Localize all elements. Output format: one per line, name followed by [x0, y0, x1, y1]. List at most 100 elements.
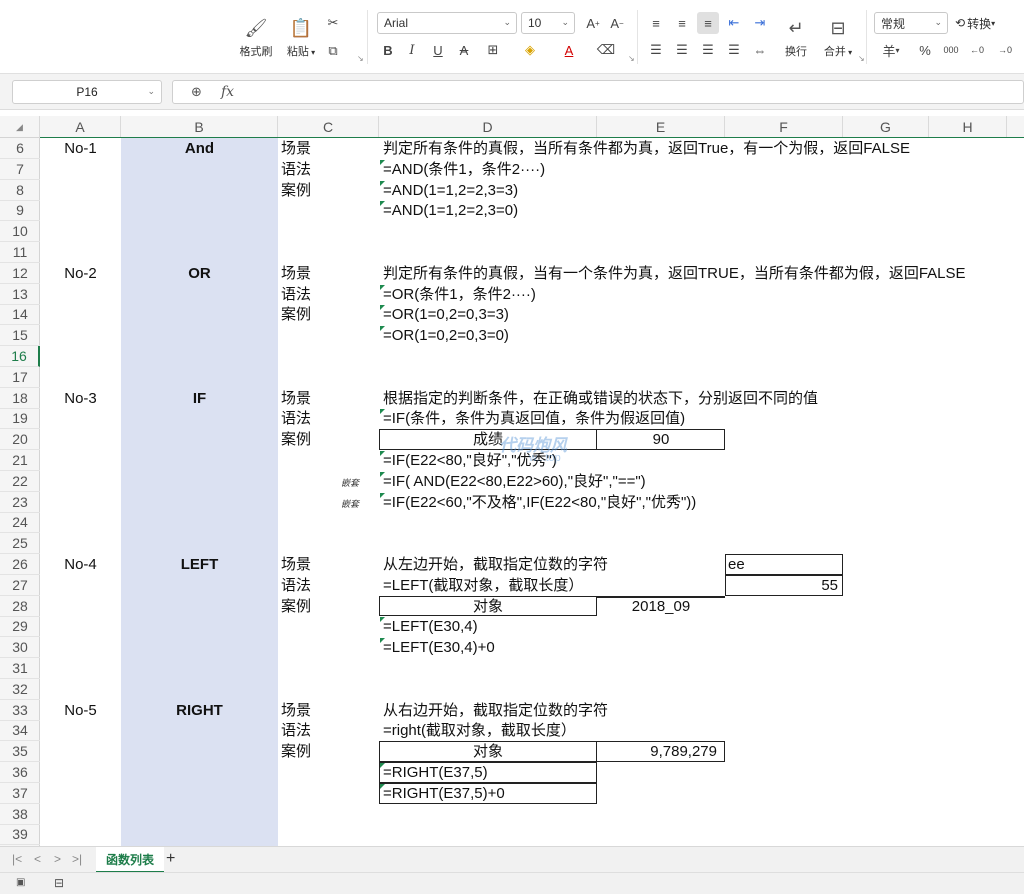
cell-c6[interactable]: 场景: [281, 138, 379, 159]
cell-d22[interactable]: =IF( AND(E22<80,E22>60),"良好","=="): [383, 471, 1023, 492]
formula-input[interactable]: ⊕ fx: [172, 80, 1024, 104]
cell-d15[interactable]: =OR(1=0,2=0,3=0): [383, 325, 1023, 346]
name-box[interactable]: P16 ⌄: [12, 80, 162, 104]
cell-d27[interactable]: =LEFT(截取对象，截取长度）: [383, 575, 1023, 596]
cell-d26[interactable]: 从左边开始，截取指定位数的字符: [383, 554, 1023, 575]
row-header-19[interactable]: 19: [0, 408, 40, 430]
wrap-text-button[interactable]: ↵ 换行: [776, 10, 816, 64]
cell-b18[interactable]: IF: [121, 388, 278, 409]
cell-d6[interactable]: 判定所有条件的真假，当所有条件都为真，返回True，有一个为假，返回FALSE: [383, 138, 1023, 159]
row-header-9[interactable]: 9: [0, 200, 40, 222]
cell-c7[interactable]: 语法: [281, 159, 379, 180]
justify-icon[interactable]: ☰: [723, 39, 745, 61]
column-header-f[interactable]: F: [725, 116, 843, 138]
row-header-20[interactable]: 20: [0, 429, 40, 451]
zoom-icon[interactable]: ⊕: [191, 84, 202, 100]
row-header-15[interactable]: 15: [0, 325, 40, 347]
row-header-39[interactable]: 39: [0, 824, 40, 846]
cell-area[interactable]: No-1 And 场景 判定所有条件的真假，当所有条件都为真，返回True，有一个为假…: [40, 138, 1024, 846]
last-sheet-icon[interactable]: >|: [72, 852, 82, 866]
number-format-select[interactable]: 常规 ⌄: [874, 12, 948, 34]
row-header-28[interactable]: 28: [0, 596, 40, 617]
row-header-26[interactable]: 26: [0, 554, 40, 575]
strikethrough-button[interactable]: A: [453, 39, 475, 61]
format-painter-button[interactable]: 🖌 格式刷: [236, 10, 276, 64]
cell-c33[interactable]: 场景: [281, 700, 379, 721]
row-header-29[interactable]: 29: [0, 616, 40, 638]
row-header-11[interactable]: 11: [0, 242, 40, 263]
increase-decimal-icon[interactable]: ←0: [966, 39, 988, 61]
align-bottom-icon[interactable]: ≡: [697, 12, 719, 34]
align-right-icon[interactable]: ☰: [697, 39, 719, 61]
cell-a12[interactable]: No-2: [40, 263, 121, 284]
row-header-10[interactable]: 10: [0, 221, 40, 243]
cell-c19[interactable]: 语法: [281, 408, 379, 429]
next-sheet-icon[interactable]: >: [54, 852, 61, 866]
spreadsheet-grid[interactable]: ◢ ABCDEFGH 6 7 8 9 10 11 12 13 14 15 16 17 18 19 20 21 2…: [0, 116, 1024, 846]
column-header-g[interactable]: G: [843, 116, 929, 138]
cell-d19[interactable]: =IF(条件，条件为真返回值，条件为假返回值): [383, 408, 1023, 429]
row-header-25[interactable]: 25: [0, 533, 40, 555]
bold-button[interactable]: B: [377, 39, 399, 61]
align-left-icon[interactable]: ☰: [645, 39, 667, 61]
cell-c20[interactable]: 案例: [281, 429, 379, 450]
row-header-35[interactable]: 35: [0, 741, 40, 763]
row-header-32[interactable]: 32: [0, 679, 40, 700]
font-dialog-launcher-icon[interactable]: ↘: [628, 54, 635, 63]
row-header-27[interactable]: 27: [0, 575, 40, 596]
cell-d34[interactable]: =right(截取对象，截取长度）: [383, 720, 1023, 741]
add-sheet-button[interactable]: +: [166, 850, 175, 868]
sheet-view-icon[interactable]: ⊟: [54, 876, 64, 890]
cell-a26[interactable]: No-4: [40, 554, 121, 575]
cell-c26[interactable]: 场景: [281, 554, 379, 575]
currency-button[interactable]: 羊 ▾: [876, 39, 906, 61]
cell-c12[interactable]: 场景: [281, 263, 379, 284]
macro-icon[interactable]: ▣: [16, 877, 25, 888]
row-header-34[interactable]: 34: [0, 720, 40, 742]
cell-d9[interactable]: =AND(1=1,2=2,3=0): [383, 200, 1023, 221]
row-header-22[interactable]: 22: [0, 471, 40, 492]
cell-b6[interactable]: And: [121, 138, 278, 159]
decrease-decimal-icon[interactable]: →0: [994, 39, 1016, 61]
function-icon[interactable]: fx: [221, 84, 234, 100]
row-header-36[interactable]: 36: [0, 762, 40, 783]
row-header-12[interactable]: 12: [0, 263, 40, 284]
italic-button[interactable]: I: [401, 39, 423, 61]
column-header-e[interactable]: E: [597, 116, 725, 138]
copy-icon[interactable]: ⧉: [322, 40, 344, 62]
cell-c28[interactable]: 案例: [281, 596, 379, 617]
border-icon[interactable]: ⊞: [482, 39, 504, 61]
cell-d14[interactable]: =OR(1=0,2=0,3=3): [383, 304, 1023, 325]
row-header-18[interactable]: 18: [0, 388, 40, 409]
cell-c18[interactable]: 场景: [281, 388, 379, 409]
cell-e28[interactable]: 2018_09: [597, 596, 725, 617]
distributed-icon[interactable]: ⇔: [749, 39, 771, 61]
cell-d13[interactable]: =OR(条件1，条件2····): [383, 284, 1023, 305]
cell-d21[interactable]: =IF(E22<80,"良好","优秀"): [383, 450, 1023, 471]
cell-d18[interactable]: 根据指定的判断条件，在正确或错误的状态下，分别返回不同的值: [383, 388, 1023, 409]
row-header-37[interactable]: 37: [0, 783, 40, 804]
thousands-button[interactable]: 000: [940, 39, 962, 61]
sheet-tab-functions[interactable]: 函数列表: [96, 847, 165, 873]
decrease-font-icon[interactable]: A −: [606, 12, 628, 34]
cell-c35[interactable]: 案例: [281, 741, 379, 762]
cell-c14[interactable]: 案例: [281, 304, 379, 325]
decrease-indent-icon[interactable]: ⇤: [723, 12, 745, 34]
column-header-a[interactable]: A: [40, 116, 121, 138]
row-header-38[interactable]: 38: [0, 804, 40, 825]
convert-button[interactable]: ⟲ 转换 ▾: [955, 12, 995, 34]
column-header-b[interactable]: B: [121, 116, 278, 138]
select-all-corner[interactable]: ◢: [0, 116, 40, 138]
prev-sheet-icon[interactable]: <: [34, 852, 41, 866]
row-header-6[interactable]: 6: [0, 138, 40, 159]
row-header-30[interactable]: 30: [0, 637, 40, 659]
cell-a6[interactable]: No-1: [40, 138, 121, 159]
cell-d33[interactable]: 从右边开始，截取指定位数的字符: [383, 700, 1023, 721]
font-color-icon[interactable]: A: [558, 39, 580, 61]
cell-c8[interactable]: 案例: [281, 180, 379, 201]
paste-button[interactable]: 📋 粘贴 ▾: [281, 10, 321, 64]
increase-font-icon[interactable]: A +: [582, 12, 604, 34]
align-center-icon[interactable]: ☰: [671, 39, 693, 61]
cut-icon[interactable]: ✂: [322, 12, 344, 34]
column-header-d[interactable]: D: [379, 116, 597, 138]
